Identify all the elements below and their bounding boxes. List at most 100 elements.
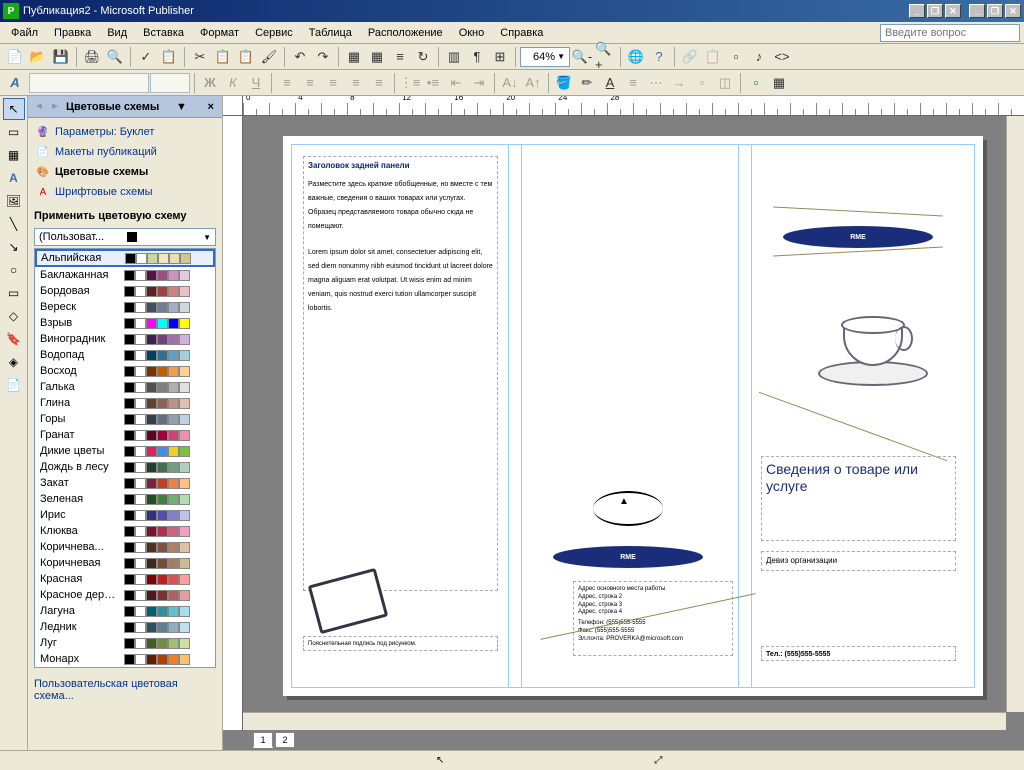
menu-insert[interactable]: Вставка	[136, 25, 191, 41]
vertical-scrollbar[interactable]	[1006, 116, 1024, 712]
scheme-item[interactable]: Глина	[35, 395, 215, 411]
scheme-item[interactable]: Взрыв	[35, 315, 215, 331]
spell-check-button[interactable]: ✓	[135, 46, 157, 68]
hyperlink-button[interactable]: 🔗	[679, 46, 701, 68]
doc-restore-button[interactable]: ❐	[987, 4, 1003, 18]
distribute-button[interactable]: ≡	[368, 72, 390, 94]
scheme-item[interactable]: Дождь в лесу	[35, 459, 215, 475]
help-question-input[interactable]	[880, 24, 1020, 42]
doc-minimize-button[interactable]: _	[969, 4, 985, 18]
caption-textbox[interactable]: Пояснительная подпись под рисунком.	[303, 636, 498, 651]
item-from-content-tool[interactable]: 📄	[3, 374, 25, 396]
justify-button[interactable]: ≡	[345, 72, 367, 94]
redo-button[interactable]: ↷	[312, 46, 334, 68]
notebook-image[interactable]	[313, 576, 393, 631]
rectangle-tool[interactable]: ▭	[3, 282, 25, 304]
address-textbox[interactable]: Адрес основного места работы Адрес, стро…	[573, 581, 733, 656]
menu-tools[interactable]: Сервис	[248, 25, 300, 41]
scheme-item[interactable]: Баклажанная	[35, 267, 215, 283]
task-pane-back-button[interactable]: ◄	[32, 100, 46, 114]
arrow-style-button[interactable]: →	[668, 72, 690, 94]
menu-file[interactable]: Файл	[4, 25, 45, 41]
scheme-item[interactable]: Клюква	[35, 523, 215, 539]
undo-button[interactable]: ↶	[289, 46, 311, 68]
hotspot-button[interactable]: ▫	[725, 46, 747, 68]
motto-textbox[interactable]: Девиз организации	[761, 551, 956, 571]
page-viewport[interactable]: Заголовок задней панели Разместите здесь…	[243, 116, 1006, 712]
color-scheme-list[interactable]: АльпийскаяБаклажаннаяБордоваяВерескВзрыв…	[34, 248, 216, 668]
menu-help[interactable]: Справка	[493, 25, 550, 41]
org-name-oval-front[interactable]: RME	[783, 226, 933, 248]
increase-indent-button[interactable]: ⇥	[468, 72, 490, 94]
scheme-item[interactable]: Лагуна	[35, 603, 215, 619]
scheme-item[interactable]: Коричнева...	[35, 539, 215, 555]
bullets-button[interactable]: •≡	[422, 72, 444, 94]
font-color-button[interactable]: A	[599, 72, 621, 94]
design-gallery-tool[interactable]: ◈	[3, 351, 25, 373]
research-button[interactable]: 📋	[158, 46, 180, 68]
save-button[interactable]: 💾	[50, 46, 72, 68]
line-color-button[interactable]: ✏	[576, 72, 598, 94]
menu-edit[interactable]: Правка	[47, 25, 98, 41]
fill-color-button[interactable]: 🪣	[553, 72, 575, 94]
3d-button[interactable]: ◫	[714, 72, 736, 94]
print-preview-button[interactable]: 🔍	[104, 46, 126, 68]
bookmark-tool[interactable]: 🔖	[3, 328, 25, 350]
web-preview-button[interactable]: 🌐	[625, 46, 647, 68]
format-painter-button[interactable]: 🖌	[258, 46, 280, 68]
fontsize-combo[interactable]	[150, 73, 190, 93]
scheme-item[interactable]: Водопад	[35, 347, 215, 363]
scheme-item[interactable]: Монарх	[35, 651, 215, 667]
font-combo[interactable]	[29, 73, 149, 93]
scheme-item[interactable]: Альпийская	[35, 249, 215, 267]
oval-tool[interactable]: ○	[3, 259, 25, 281]
cup-image[interactable]	[818, 311, 928, 386]
code-button[interactable]: <>	[771, 46, 793, 68]
cut-button[interactable]: ✂	[189, 46, 211, 68]
help-button[interactable]: ?	[648, 46, 670, 68]
dash-style-button[interactable]: ⋯	[645, 72, 667, 94]
align-center-button[interactable]: ≡	[299, 72, 321, 94]
underline-button[interactable]: Ч	[245, 72, 267, 94]
decrease-font-button[interactable]: A↓	[499, 72, 521, 94]
restore-button[interactable]: ❐	[927, 4, 943, 18]
menu-table[interactable]: Таблица	[302, 25, 359, 41]
scheme-item[interactable]: Коричневая	[35, 555, 215, 571]
print-button[interactable]: 🖨	[81, 46, 103, 68]
task-pane-close-button[interactable]: ×	[204, 101, 218, 113]
link-publication-options[interactable]: 🔮Параметры: Буклет	[34, 122, 216, 142]
minimize-button[interactable]: _	[909, 4, 925, 18]
scheme-item[interactable]: Закат	[35, 475, 215, 491]
boundaries-button[interactable]: ⊞	[489, 46, 511, 68]
scheme-item[interactable]: Галька	[35, 379, 215, 395]
doc-close-button[interactable]: ✕	[1005, 4, 1021, 18]
text-direction-button[interactable]: ▫	[745, 72, 767, 94]
scheme-item[interactable]: Гранат	[35, 427, 215, 443]
insert-table-button[interactable]: ▦	[768, 72, 790, 94]
paste-button[interactable]: 📋	[235, 46, 257, 68]
textbox-tool[interactable]: ▭	[3, 121, 25, 143]
wordart-tool[interactable]: A	[3, 167, 25, 189]
form-button[interactable]: 📋	[702, 46, 724, 68]
task-pane-dropdown[interactable]: ▼	[172, 101, 191, 113]
main-title-textbox[interactable]: Сведения о товаре или услуге	[761, 456, 956, 541]
align-right-button[interactable]: ≡	[322, 72, 344, 94]
scheme-item[interactable]: Луг	[35, 635, 215, 651]
task-pane-forward-button[interactable]: ►	[48, 100, 62, 114]
scheme-item[interactable]: Виноградник	[35, 331, 215, 347]
new-button[interactable]: 📄	[4, 46, 26, 68]
tel-textbox[interactable]: Тел.: (555)555-5555	[761, 646, 956, 661]
pointer-tool[interactable]: ↖	[3, 98, 25, 120]
scheme-item[interactable]: Восход	[35, 363, 215, 379]
scheme-item[interactable]: Ледник	[35, 619, 215, 635]
italic-button[interactable]: К	[222, 72, 244, 94]
page-tab-2[interactable]: 2	[275, 732, 295, 748]
close-button[interactable]: ✕	[945, 4, 961, 18]
autoshapes-tool[interactable]: ◇	[3, 305, 25, 327]
zoom-out-button[interactable]: 🔍-	[571, 46, 593, 68]
bold-button[interactable]: Ж	[199, 72, 221, 94]
open-button[interactable]: 📂	[27, 46, 49, 68]
menu-format[interactable]: Формат	[193, 25, 246, 41]
back-panel-textbox[interactable]: Заголовок задней панели Разместите здесь…	[303, 156, 498, 591]
current-scheme-dropdown[interactable]: (Пользоват... ▼	[34, 228, 216, 246]
